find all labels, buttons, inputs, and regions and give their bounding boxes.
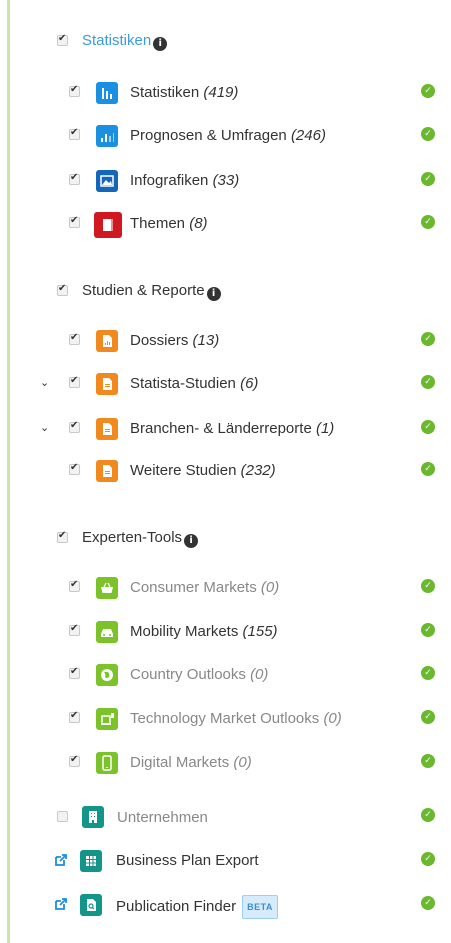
check-circle-icon: ✓	[421, 420, 435, 434]
check-circle-icon: ✓	[421, 852, 435, 866]
filter-item-unternehmen: Unternehmen ✓	[0, 802, 451, 832]
filter-item-statistiken: Statistiken (419) ✓	[0, 78, 451, 108]
item-checkbox[interactable]	[69, 84, 80, 97]
filter-item-country-outlooks: Country Outlooks (0) ✓	[0, 660, 451, 690]
item-label[interactable]: Mobility Markets (155)	[130, 622, 278, 642]
device-icon	[96, 708, 118, 730]
info-icon[interactable]: i	[184, 534, 199, 548]
item-label[interactable]: Digital Markets (0)	[130, 753, 252, 773]
spreadsheet-icon	[80, 850, 102, 872]
filter-item-consumer-markets: Consumer Markets (0) ✓	[0, 573, 451, 603]
section-studien-checkbox[interactable]	[57, 283, 68, 296]
filter-item-statista-studien: ⌄ Statista-Studien (6) ✓	[0, 369, 451, 399]
filter-item-technology-outlooks: Technology Market Outlooks (0) ✓	[0, 704, 451, 734]
item-checkbox[interactable]	[69, 666, 80, 679]
chevron-down-icon[interactable]: ⌄	[40, 421, 49, 434]
content-filter-panel: Statistikeni Statistiken (419) ✓ Prognos…	[0, 0, 451, 943]
item-label[interactable]: Consumer Markets (0)	[130, 578, 279, 598]
topic-book-icon	[94, 212, 122, 238]
image-icon	[96, 170, 118, 192]
check-circle-icon: ✓	[421, 332, 435, 346]
item-checkbox[interactable]	[69, 579, 80, 592]
item-label[interactable]: Country Outlooks (0)	[130, 665, 268, 685]
check-circle-icon: ✓	[421, 710, 435, 724]
item-checkbox[interactable]	[69, 215, 80, 228]
section-studien: Studien & Reportei	[0, 278, 451, 308]
item-label[interactable]: Themen (8)	[130, 214, 208, 234]
item-label[interactable]: Statistiken (419)	[130, 83, 238, 103]
filter-item-mobility-markets: Mobility Markets (155) ✓	[0, 617, 451, 647]
item-checkbox[interactable]	[69, 710, 80, 723]
section-statistiken: Statistikeni	[0, 28, 451, 58]
check-circle-icon: ✓	[421, 172, 435, 186]
item-label[interactable]: Publication Finder BETA	[116, 895, 278, 919]
section-experten: Experten-Toolsi	[0, 525, 451, 555]
car-icon	[96, 621, 118, 643]
item-label[interactable]: Unternehmen	[117, 808, 208, 828]
item-checkbox[interactable]	[69, 623, 80, 636]
document-icon	[96, 418, 118, 440]
item-checkbox[interactable]	[69, 754, 80, 767]
filter-item-publication-finder: Publication Finder BETA ✓	[0, 890, 451, 920]
check-circle-icon: ✓	[421, 215, 435, 229]
item-label[interactable]: Prognosen & Umfragen (246)	[130, 126, 326, 146]
filter-item-dossiers: Dossiers (13) ✓	[0, 326, 451, 356]
chevron-down-icon[interactable]: ⌄	[40, 376, 49, 389]
section-experten-title[interactable]: Experten-Tools i	[82, 528, 199, 548]
check-circle-icon: ✓	[421, 127, 435, 141]
filter-item-infografiken: Infografiken (33) ✓	[0, 166, 451, 196]
forecast-chart-icon	[96, 125, 118, 147]
section-statistiken-title[interactable]: Statistiken i	[82, 31, 168, 51]
filter-item-weitere-studien: Weitere Studien (232) ✓	[0, 456, 451, 486]
item-label[interactable]: Dossiers (13)	[130, 331, 219, 351]
item-label[interactable]: Business Plan Export	[116, 851, 259, 871]
document-icon	[96, 373, 118, 395]
section-studien-title[interactable]: Studien & Reporte i	[82, 281, 221, 301]
section-statistiken-checkbox[interactable]	[57, 33, 68, 46]
item-label[interactable]: Technology Market Outlooks (0)	[130, 709, 342, 729]
filter-item-prognosen: Prognosen & Umfragen (246) ✓	[0, 121, 451, 151]
bar-chart-icon	[96, 82, 118, 104]
item-label[interactable]: Branchen- & Länderreporte (1)	[130, 419, 334, 439]
item-checkbox[interactable]	[69, 332, 80, 345]
smartphone-icon	[96, 752, 118, 774]
item-checkbox[interactable]	[69, 127, 80, 140]
dossier-icon	[96, 330, 118, 352]
check-circle-icon: ✓	[421, 375, 435, 389]
check-circle-icon: ✓	[421, 808, 435, 822]
check-circle-icon: ✓	[421, 84, 435, 98]
item-label[interactable]: Statista-Studien (6)	[130, 374, 258, 394]
info-icon[interactable]: i	[153, 37, 168, 51]
search-document-icon	[80, 894, 102, 916]
globe-icon	[96, 664, 118, 686]
external-link-icon[interactable]	[54, 853, 68, 867]
item-label[interactable]: Weitere Studien (232)	[130, 461, 276, 481]
check-circle-icon: ✓	[421, 579, 435, 593]
check-circle-icon: ✓	[421, 462, 435, 476]
item-checkbox[interactable]	[69, 420, 80, 433]
company-building-icon	[82, 806, 104, 828]
shopping-basket-icon	[96, 577, 118, 599]
check-circle-icon: ✓	[421, 754, 435, 768]
section-experten-checkbox[interactable]	[57, 530, 68, 543]
filter-item-digital-markets: Digital Markets (0) ✓	[0, 748, 451, 778]
unternehmen-checkbox[interactable]	[57, 811, 68, 822]
filter-item-business-plan-export: Business Plan Export ✓	[0, 846, 451, 876]
filter-item-branchen-reporte: ⌄ Branchen- & Länderreporte (1) ✓	[0, 414, 451, 444]
check-circle-icon: ✓	[421, 666, 435, 680]
check-circle-icon: ✓	[421, 623, 435, 637]
item-checkbox[interactable]	[69, 375, 80, 388]
item-checkbox[interactable]	[69, 462, 80, 475]
info-icon[interactable]: i	[206, 287, 221, 301]
item-label[interactable]: Infografiken (33)	[130, 171, 239, 191]
beta-badge: BETA	[242, 895, 278, 919]
check-circle-icon: ✓	[421, 896, 435, 910]
external-link-icon[interactable]	[54, 897, 68, 911]
filter-item-themen: Themen (8) ✓	[0, 209, 451, 239]
document-icon	[96, 460, 118, 482]
item-checkbox[interactable]	[69, 172, 80, 185]
